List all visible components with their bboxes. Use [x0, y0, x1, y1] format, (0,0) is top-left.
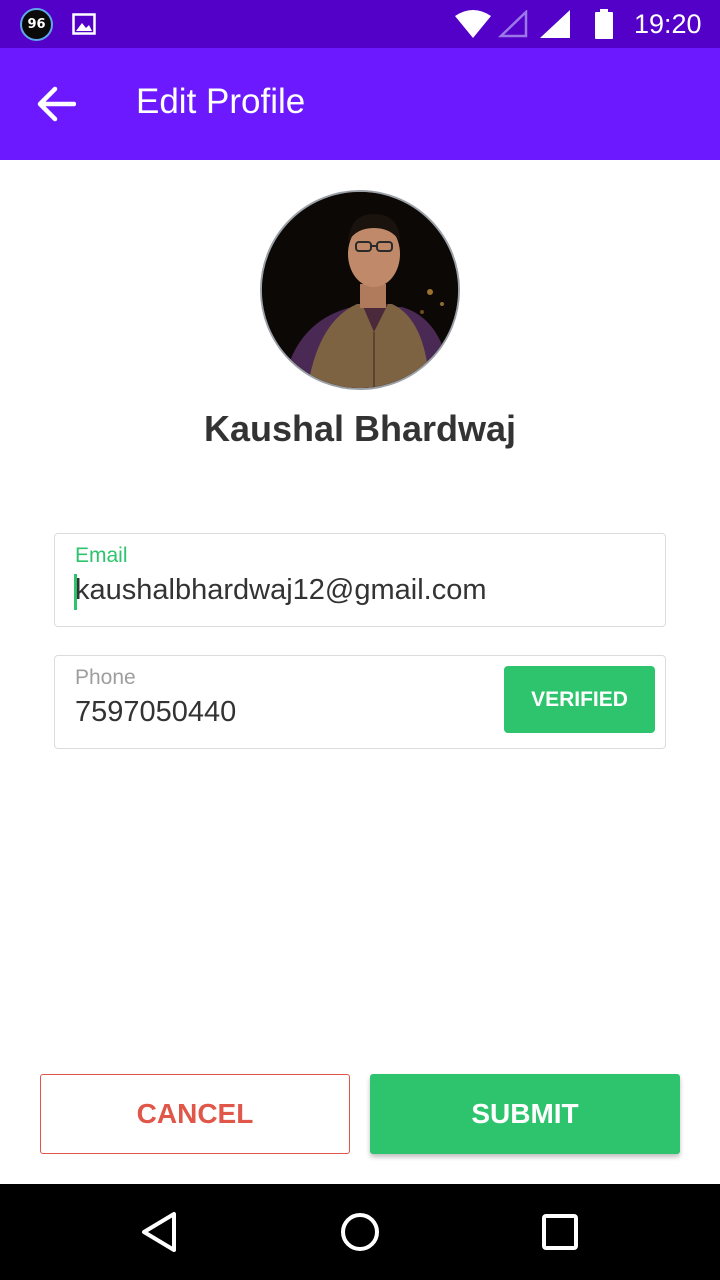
signal-empty-icon: [498, 10, 528, 38]
phone-label: Phone: [75, 666, 136, 689]
status-bar: 96 19:20: [0, 0, 720, 48]
nav-recents-icon[interactable]: [538, 1210, 582, 1254]
submit-button[interactable]: SUBMIT: [370, 1074, 680, 1154]
profile-photo: [262, 192, 458, 388]
signal-icon: [540, 10, 570, 38]
badge-count: 96: [27, 17, 46, 32]
wifi-icon: [455, 10, 491, 38]
phone-input[interactable]: 7597050440: [75, 696, 236, 729]
verified-button[interactable]: VERIFIED: [504, 666, 655, 733]
page-title: Edit Profile: [136, 82, 306, 121]
navigation-bar: [0, 1184, 720, 1280]
arrow-left-icon: [37, 86, 76, 122]
email-label: Email: [75, 544, 128, 567]
profile-name: Kaushal Bhardwaj: [203, 408, 517, 449]
gallery-icon: [72, 13, 96, 35]
nav-home-icon[interactable]: [336, 1208, 384, 1256]
status-time: 19:20: [634, 9, 702, 39]
nav-back-icon[interactable]: [138, 1210, 182, 1254]
phone-field[interactable]: Phone 7597050440 VERIFIED: [54, 655, 666, 749]
app-bar: Edit Profile: [0, 48, 720, 160]
battery-icon: [595, 9, 613, 39]
email-field[interactable]: Email kaushalbhardwaj12@gmail.com: [54, 533, 666, 627]
notification-badge-icon: 96: [20, 8, 53, 41]
back-button[interactable]: [28, 80, 84, 128]
cancel-button[interactable]: CANCEL: [40, 1074, 350, 1154]
email-input[interactable]: kaushalbhardwaj12@gmail.com: [75, 574, 486, 607]
avatar[interactable]: [260, 190, 460, 390]
